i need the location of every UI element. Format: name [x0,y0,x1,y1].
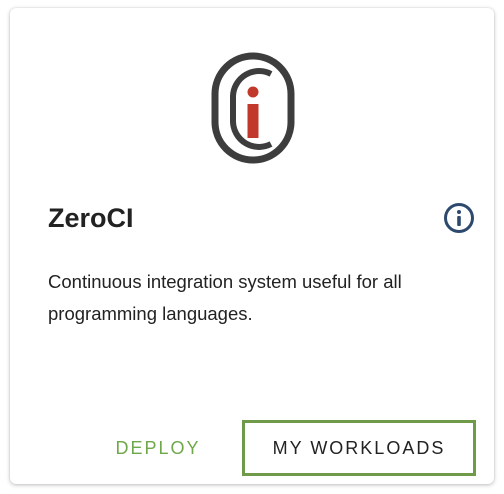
info-circle-icon[interactable] [443,202,475,234]
deploy-button[interactable]: DEPLOY [102,420,214,476]
zeroci-logo-icon [211,52,295,164]
card-title: ZeroCI [48,203,134,233]
my-workloads-button-label: MY WORKLOADS [272,437,446,458]
my-workloads-button[interactable]: MY WORKLOADS [242,420,476,476]
deploy-button-label: DEPLOY [115,437,201,458]
solution-card: ZeroCI Continuous integration system use… [10,8,494,484]
card-description: Continuous integration system useful for… [48,271,402,324]
